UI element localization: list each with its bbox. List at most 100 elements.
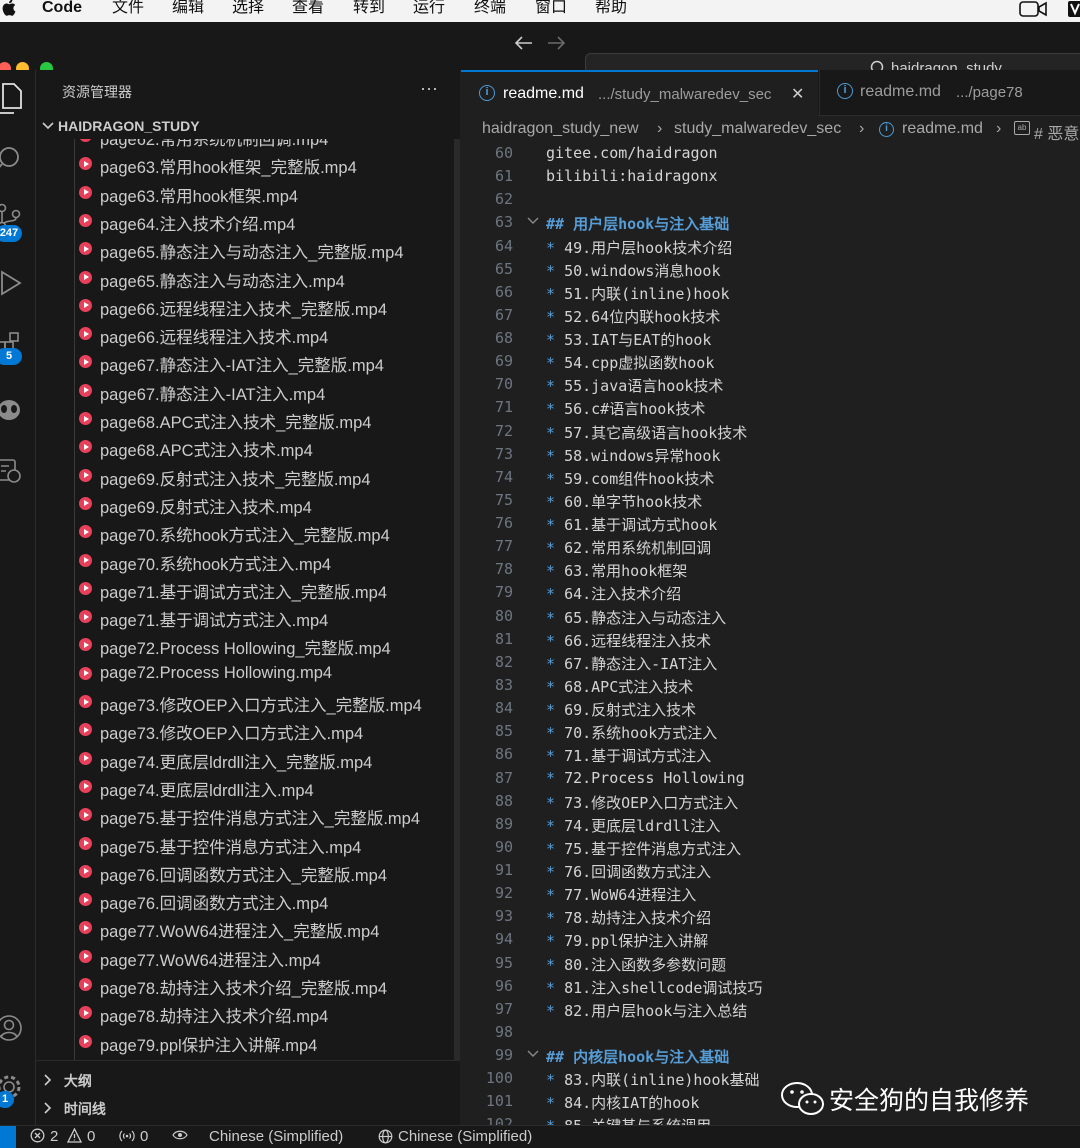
menu-edit[interactable]: 编辑 (172, 0, 204, 17)
file-item[interactable]: page72.Process Hollowing_完整版.mp4 (76, 631, 460, 659)
code-line: * 53.IAT与EAT的hook (546, 329, 711, 350)
file-item[interactable]: page78.劫持注入技术介绍.mp4 (76, 999, 460, 1027)
line-number: 95 (494, 953, 513, 972)
breadcrumb-folder-2[interactable]: study_malwaredev_sec (674, 120, 841, 138)
video-file-icon (79, 525, 92, 539)
menu-help[interactable]: 帮助 (595, 0, 627, 17)
code-line: * 71.基于调试方式注入 (546, 745, 711, 766)
menu-view[interactable]: 查看 (292, 0, 324, 17)
menu-app-name[interactable]: Code (42, 0, 82, 17)
remote-explorer-icon[interactable] (0, 456, 24, 486)
breadcrumb-folder-1[interactable]: haidragon_study_new (482, 120, 639, 138)
breadcrumb-symbol[interactable]: # 恶意 (1034, 120, 1079, 144)
search-sidebar-icon[interactable] (0, 144, 24, 174)
code-text: 74.更底层ldrdll注入 (564, 816, 721, 835)
file-item[interactable]: page69.反射式注入技术_完整版.mp4 (76, 462, 460, 490)
status-app-icon[interactable] (1068, 1, 1080, 22)
globe-icon[interactable] (378, 1129, 393, 1148)
back-arrow-icon[interactable] (513, 34, 533, 57)
ports-count[interactable]: 0 (140, 1128, 148, 1145)
menu-file[interactable]: 文件 (112, 0, 144, 17)
file-item[interactable]: page74.更底层ldrdll注入_完整版.mp4 (76, 745, 460, 773)
file-item[interactable]: page68.APC式注入技术.mp4 (76, 433, 460, 461)
file-item[interactable]: page76.回调函数方式注入_完整版.mp4 (76, 858, 460, 886)
breadcrumb-separator: › (996, 120, 1002, 137)
sidebar-scrollbar[interactable] (454, 139, 460, 1060)
file-item[interactable]: page68.APC式注入技术_完整版.mp4 (76, 405, 460, 433)
file-item[interactable]: page72.Process Hollowing.mp4 (76, 660, 460, 688)
file-item[interactable]: page71.基于调试方式注入_完整版.mp4 (76, 575, 460, 603)
file-item[interactable]: page76.回调函数方式注入.mp4 (76, 886, 460, 914)
display-language-status[interactable]: Chinese (Simplified) (398, 1128, 532, 1145)
video-camera-icon[interactable] (1019, 0, 1047, 23)
fold-chevron-icon[interactable] (527, 215, 539, 229)
error-icon[interactable] (30, 1128, 45, 1147)
breadcrumb-file[interactable]: readme.md (902, 120, 983, 138)
language-status[interactable]: Chinese (Simplified) (209, 1128, 343, 1145)
file-item[interactable]: page65.静态注入与动态注入_完整版.mp4 (76, 235, 460, 263)
file-item[interactable]: page64.注入技术介绍.mp4 (76, 207, 460, 235)
file-item[interactable]: page73.修改OEP入口方式注入_完整版.mp4 (76, 688, 460, 716)
tab-readme-active[interactable]: i readme.md .../study_malwaredev_sec ✕ (461, 70, 818, 116)
file-item[interactable]: page66.远程线程注入技术_完整版.mp4 (76, 292, 460, 320)
menu-go[interactable]: 转到 (353, 0, 385, 17)
explorer-icon[interactable] (0, 82, 24, 114)
file-item[interactable]: page73.修改OEP入口方式注入.mp4 (76, 716, 460, 744)
run-debug-icon[interactable] (0, 268, 24, 298)
file-name: page75.基于控件消息方式注入_完整版.mp4 (100, 810, 421, 829)
menu-run[interactable]: 运行 (413, 0, 445, 17)
file-item[interactable]: page67.静态注入-IAT注入_完整版.mp4 (76, 348, 460, 376)
file-item[interactable]: page70.系统hook方式注入_完整版.mp4 (76, 518, 460, 546)
timeline-section[interactable]: 时间线 (42, 1099, 106, 1119)
file-item[interactable]: page63.常用hook框架_完整版.mp4 (76, 150, 460, 178)
file-item[interactable]: page77.WoW64进程注入.mp4 (76, 943, 460, 971)
more-actions-button[interactable]: ··· (420, 78, 438, 99)
tab-path: .../page78 (956, 84, 1023, 101)
forward-arrow-icon[interactable] (547, 34, 567, 57)
file-item[interactable]: page79.ppl保护注入讲解.mp4 (76, 1028, 460, 1056)
file-item[interactable]: page74.更底层ldrdll注入.mp4 (76, 773, 460, 801)
copilot-icon[interactable] (0, 394, 24, 424)
code-line: * 75.基于控件消息方式注入 (546, 838, 741, 859)
file-item[interactable]: page77.WoW64进程注入_完整版.mp4 (76, 914, 460, 942)
line-number: 62 (494, 190, 513, 209)
file-item[interactable]: page75.基于控件消息方式注入.mp4 (76, 830, 460, 858)
line-number: 93 (494, 907, 513, 926)
breadcrumb-separator: › (657, 120, 663, 137)
file-item[interactable]: page67.静态注入-IAT注入.mp4 (76, 377, 460, 405)
line-number: 87 (494, 768, 513, 787)
file-item[interactable]: page78.劫持注入技术介绍_完整版.mp4 (76, 971, 460, 999)
apple-icon[interactable] (2, 0, 16, 21)
list-bullet: * (546, 701, 565, 720)
list-bullet: * (546, 793, 565, 812)
file-item[interactable]: page65.静态注入与动态注入.mp4 (76, 264, 460, 292)
outline-section[interactable]: 大纲 (42, 1071, 92, 1091)
warning-count[interactable]: 0 (87, 1128, 95, 1145)
ports-icon[interactable] (119, 1128, 135, 1148)
file-item[interactable]: page70.系统hook方式注入.mp4 (76, 547, 460, 575)
file-item[interactable]: page75.基于控件消息方式注入_完整版.mp4 (76, 801, 460, 829)
file-item[interactable]: page69.反射式注入技术.mp4 (76, 490, 460, 518)
menu-terminal[interactable]: 终端 (474, 0, 506, 17)
video-file-icon (79, 751, 92, 765)
line-number: 88 (494, 791, 513, 810)
line-number: 80 (494, 606, 513, 625)
code-editor[interactable]: 60 gitee.com/haidragon 61 bilibili:haidrago… (461, 144, 1080, 1125)
line-number: 98 (494, 1022, 513, 1041)
error-count[interactable]: 2 (50, 1128, 58, 1145)
menu-selection[interactable]: 选择 (232, 0, 264, 17)
file-item[interactable]: page66.远程线程注入技术.mp4 (76, 320, 460, 348)
close-tab-icon[interactable]: ✕ (791, 84, 804, 104)
tab-readme-page78[interactable]: i readme.md .../page78 (819, 70, 1080, 116)
workspace-root-folder[interactable]: HAIDRAGON_STUDY (42, 118, 200, 134)
file-name: page73.修改OEP入口方式注入_完整版.mp4 (100, 697, 422, 715)
file-item[interactable]: page63.常用hook框架.mp4 (76, 179, 460, 207)
account-icon[interactable] (0, 1013, 24, 1043)
menu-window[interactable]: 窗口 (535, 0, 567, 17)
fold-chevron-icon[interactable] (527, 1048, 539, 1062)
file-item[interactable]: page71.基于调试方式注入.mp4 (76, 603, 460, 631)
remote-indicator[interactable] (0, 1126, 16, 1148)
file-item[interactable]: page62.常用系统机制回调.mp4 (76, 139, 460, 150)
warning-icon[interactable] (66, 1127, 83, 1147)
eye-icon[interactable] (172, 1128, 188, 1146)
